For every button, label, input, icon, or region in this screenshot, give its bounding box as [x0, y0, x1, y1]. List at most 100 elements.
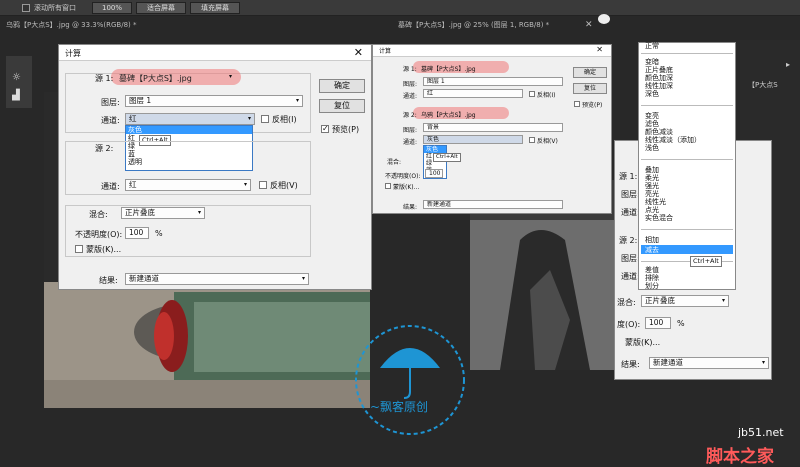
blend-option[interactable]: 深色 [645, 89, 659, 99]
preview-checkbox[interactable] [574, 101, 580, 107]
blend-option[interactable]: 浅色 [645, 143, 659, 153]
shortcut-tooltip: Ctrl+Alt [433, 153, 461, 162]
result-select[interactable]: 新建通道 ▾ [649, 357, 769, 369]
dialog-title: 计算 [379, 48, 392, 55]
close-icon[interactable]: ✕ [354, 46, 363, 59]
chevron-down-icon: ▾ [247, 115, 251, 122]
invert-checkbox[interactable] [529, 91, 535, 97]
close-tab-icon[interactable]: ✕ [585, 20, 593, 30]
invert2-checkbox[interactable] [529, 137, 535, 143]
scroll-all-label: 滚动所有窗口 [34, 4, 76, 12]
reset-button[interactable]: 复位 [573, 83, 607, 94]
channel2-select[interactable]: 红 ▾ [125, 179, 251, 191]
chevron-down-icon: ▾ [301, 275, 305, 282]
blend-select-value: 正片叠底 [125, 208, 155, 217]
invert-checkbox[interactable] [261, 115, 269, 123]
channel-select[interactable]: 红 ▾ [125, 113, 255, 125]
blend-label: 混合: [617, 298, 636, 307]
menu-separator [641, 159, 733, 160]
calculation-dialog: 计算 ✕ 源 1: 墓碑【P大点S】.jpg ▾ 图层: 图层 1 ▾ 通道: 红… [58, 44, 372, 290]
fill-screen-button[interactable]: 填充屏幕 [190, 2, 240, 14]
panel-arrows-icon[interactable]: ▸ [786, 60, 790, 69]
opacity-input[interactable]: 100 [645, 317, 671, 329]
result-select[interactable]: 新建通道 ▾ [125, 273, 309, 285]
layer-label: 图层: [403, 81, 418, 88]
layer2-select[interactable]: 背景 [423, 123, 563, 132]
reset-button[interactable]: 复位 [319, 99, 365, 113]
blend-option[interactable]: 划分 [645, 281, 659, 291]
blend-select[interactable]: 正片叠底 ▾ [121, 207, 205, 219]
mask-checkbox[interactable] [385, 183, 391, 189]
opacity-unit: % [677, 319, 685, 328]
channel-option[interactable]: 灰色 [424, 146, 446, 153]
invert-label: 反相(I) [272, 115, 297, 124]
source2-label: 源 2: [95, 144, 114, 153]
channel-select[interactable]: 红 [423, 89, 523, 98]
site-url: jb51.net [738, 426, 784, 439]
invert2-checkbox[interactable] [259, 181, 267, 189]
layer-select-value: 图层 1 [129, 96, 152, 105]
blend-option[interactable]: 正常 [645, 41, 659, 51]
preview-label: 预览(P) [582, 102, 603, 109]
preview-checkbox[interactable]: ✓ [321, 124, 329, 133]
calculation-dialog-small: 计算 ✕ 源 1: 墓碑【P大点S】.jpg 图层: 图层 1 通道: 红 反相… [372, 44, 612, 214]
levels-icon[interactable]: ▟ [12, 90, 20, 101]
menu-separator [641, 105, 733, 106]
blend-option[interactable]: 相加 [645, 235, 659, 245]
result-select[interactable]: 新建通道 [423, 200, 563, 209]
blend-option[interactable]: 实色混合 [645, 213, 673, 223]
layer-select[interactable]: 图层 1 [423, 77, 563, 86]
right-panel-title: 【P大点S [748, 81, 778, 89]
fit-screen-button[interactable]: 适合屏幕 [136, 2, 186, 14]
result-label: 结果: [99, 276, 118, 285]
mask-checkbox[interactable] [75, 245, 83, 253]
channel-select-value: 红 [427, 90, 434, 97]
layer-select[interactable]: 图层 1 ▾ [125, 95, 303, 107]
dialog-title: 计算 [65, 49, 81, 58]
source1-value[interactable]: 墓碑【P大点S】.jpg [421, 64, 476, 73]
blend-option-selected[interactable]: 减去 [645, 245, 659, 255]
scroll-all-checkbox[interactable] [22, 4, 30, 12]
zoom-100-button[interactable]: 100% [92, 2, 132, 14]
ok-button[interactable]: 确定 [319, 79, 365, 93]
blend-select[interactable]: 正片叠底 ▾ [641, 295, 729, 307]
close-icon[interactable]: ✕ [596, 45, 603, 54]
source1-value[interactable]: 墓碑【P大点S】.jpg [119, 73, 192, 84]
source1-label: 源 1: [619, 172, 638, 181]
dialog-titlebar: 计算 ✕ [59, 45, 371, 61]
layer2-select-value: 背景 [427, 124, 440, 131]
preview-label: 预览(P) [332, 125, 360, 134]
mask-label: 蒙版(K)... [393, 184, 420, 191]
channel-label: 通道: [403, 93, 418, 100]
blend-label: 混合: [387, 159, 402, 166]
layer-select-value: 图层 1 [427, 78, 445, 85]
chevron-down-icon: ▾ [243, 181, 247, 188]
opacity-input[interactable]: 100 [425, 169, 443, 178]
invert-label: 反相(I) [537, 92, 556, 99]
channel2-label: 通道: [403, 139, 418, 146]
sun-icon[interactable]: ☼ [12, 72, 21, 83]
umbrella-logo-icon [355, 325, 465, 435]
menu-separator [641, 229, 733, 230]
checkmark-icon: ✓ [322, 124, 329, 133]
result-label: 结果: [621, 360, 640, 369]
tab-crow[interactable]: 乌鸦【P大点S】.jpg @ 33.3%(RGB/8) * [6, 18, 366, 32]
channel2-select-value: 红 [129, 180, 137, 189]
source2-label: 源 2: [403, 112, 417, 119]
channel-option[interactable]: 灰色 [126, 126, 252, 134]
left-toolbar: ☼ ▟ [6, 56, 32, 108]
ok-button[interactable]: 确定 [573, 67, 607, 78]
tab-tombstone[interactable]: 墓碑【P大点S】.jpg @ 25% (图层 1, RGB/8) * [398, 18, 578, 32]
opacity-label: 不透明度(O): [385, 173, 421, 180]
blend-label: 混合: [89, 210, 108, 219]
opacity-label: 度(O): [617, 320, 641, 329]
channel-label: 通道: [101, 116, 120, 125]
channel2-label: 通道: [621, 272, 640, 281]
source2-value[interactable]: 乌鸦【P大点S】.jpg [421, 110, 476, 119]
opacity-input[interactable]: 100 [125, 227, 149, 239]
channel2-select[interactable]: 灰色 [423, 135, 523, 144]
palette-icon[interactable] [598, 14, 610, 24]
chevron-down-icon[interactable]: ▾ [229, 73, 232, 80]
source1-label: 源 1: [403, 66, 417, 73]
invert2-label: 反相(V) [270, 181, 298, 190]
